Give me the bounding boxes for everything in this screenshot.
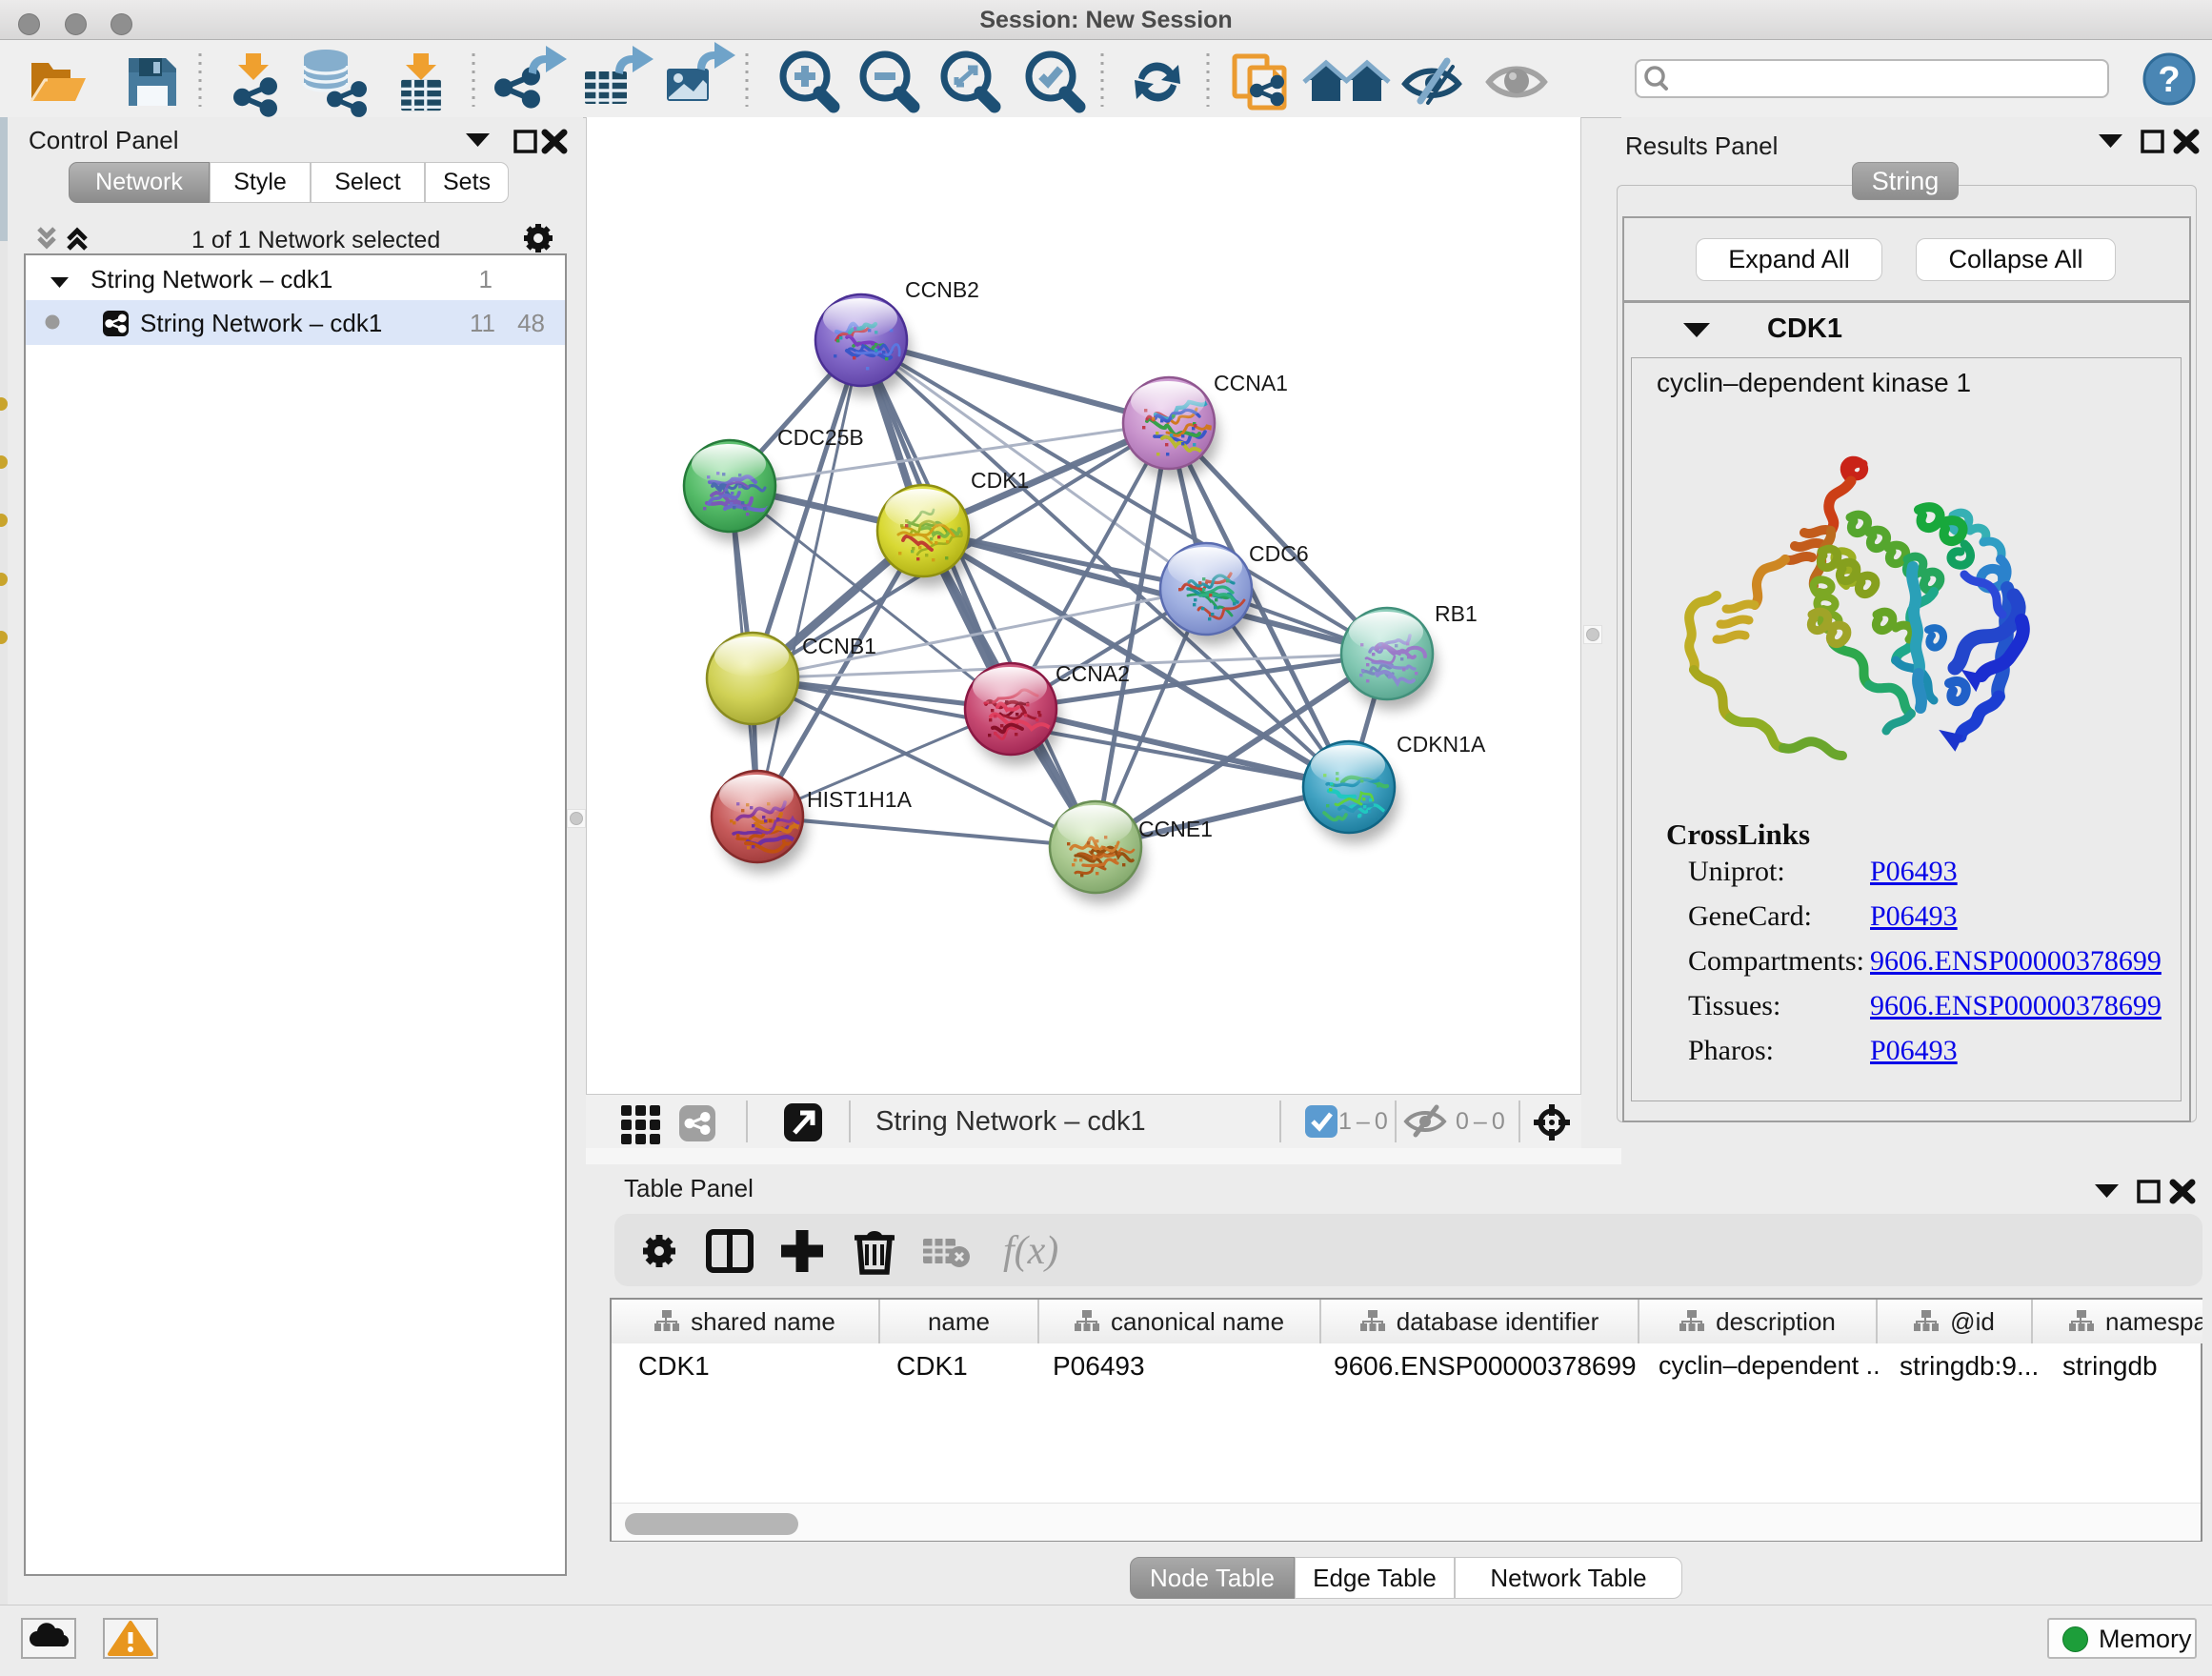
- svg-text:HIST1H1A: HIST1H1A: [807, 787, 913, 812]
- svg-text:CCNA1: CCNA1: [1214, 371, 1288, 395]
- svg-text:CCNE1: CCNE1: [1138, 817, 1213, 841]
- svg-text:f(x): f(x): [1003, 1229, 1058, 1273]
- svg-text:CDC25B: CDC25B: [777, 425, 864, 450]
- svg-text:CCNB1: CCNB1: [802, 634, 876, 658]
- svg-text:RB1: RB1: [1435, 601, 1478, 626]
- svg-text:CDC6: CDC6: [1249, 541, 1309, 566]
- svg-text:CCNA2: CCNA2: [1056, 661, 1130, 686]
- svg-text:CDKN1A: CDKN1A: [1397, 732, 1486, 757]
- svg-text:?: ?: [2158, 60, 2180, 100]
- svg-text:CDK1: CDK1: [971, 468, 1029, 493]
- svg-text:CCNB2: CCNB2: [905, 277, 979, 302]
